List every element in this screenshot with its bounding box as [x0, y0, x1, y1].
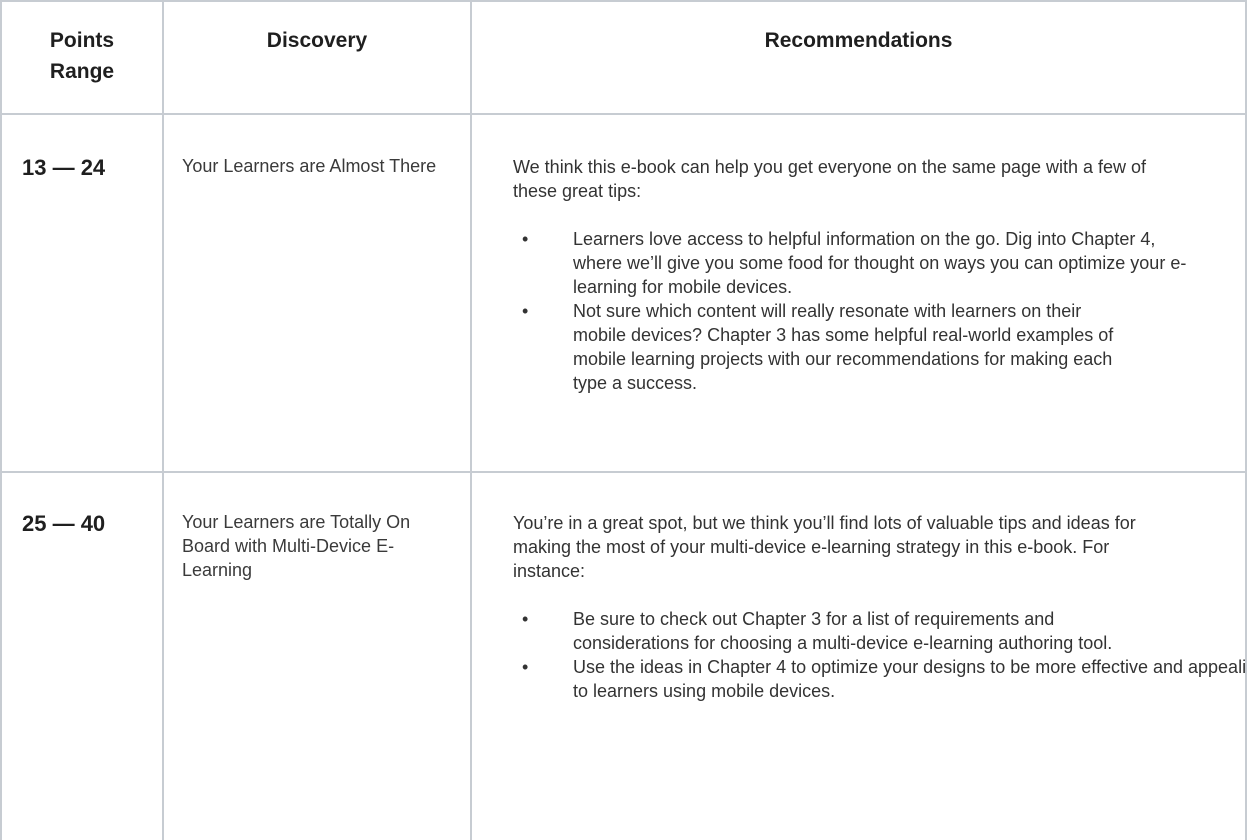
row-1-intro: We think this e-book can help you get ev…: [513, 157, 1147, 201]
list-item: • Not sure which content will really reso…: [522, 301, 1114, 393]
bullet-icon: •: [522, 657, 529, 677]
list-item: • Be sure to check out Chapter 3 for a li…: [522, 609, 1113, 653]
row-divider-1: [0, 113, 1247, 115]
header-points-range: Points Range: [49, 29, 115, 83]
column-divider-2: [470, 0, 472, 840]
recommendations-table: Points Range Discovery Recommendations 1…: [0, 0, 1247, 840]
row-1-points: 13 — 24: [22, 155, 106, 180]
row-2-intro: You’re in a great spot, but we think you…: [513, 513, 1136, 581]
list-item: • Learners love access to helpful informa…: [522, 229, 1187, 297]
row-1-discovery: Your Learners are Almost There: [182, 156, 437, 176]
row-2-recommendations: You’re in a great spot, but we think you…: [513, 511, 1247, 703]
bullet-icon: •: [522, 609, 529, 629]
list-item: • Use the ideas in Chapter 4 to optimize …: [522, 657, 1247, 701]
row-2-bullet-list: • Be sure to check out Chapter 3 for a li…: [513, 607, 1247, 703]
table-border-top: [0, 0, 1247, 2]
column-divider-1: [162, 0, 164, 840]
row-1-recommendations: We think this e-book can help you get ev…: [513, 155, 1213, 395]
header-recommendations: Recommendations: [764, 29, 953, 52]
bullet-icon: •: [522, 229, 529, 249]
table-border-left: [0, 0, 2, 840]
row-2-discovery: Your Learners are Totally On Board with …: [182, 512, 411, 580]
header-discovery: Discovery: [266, 29, 368, 52]
row-2-points: 25 — 40: [22, 511, 106, 536]
row-divider-2: [0, 471, 1247, 473]
row-1-bullet-list: • Learners love access to helpful informa…: [513, 227, 1213, 395]
bullet-icon: •: [522, 301, 529, 321]
